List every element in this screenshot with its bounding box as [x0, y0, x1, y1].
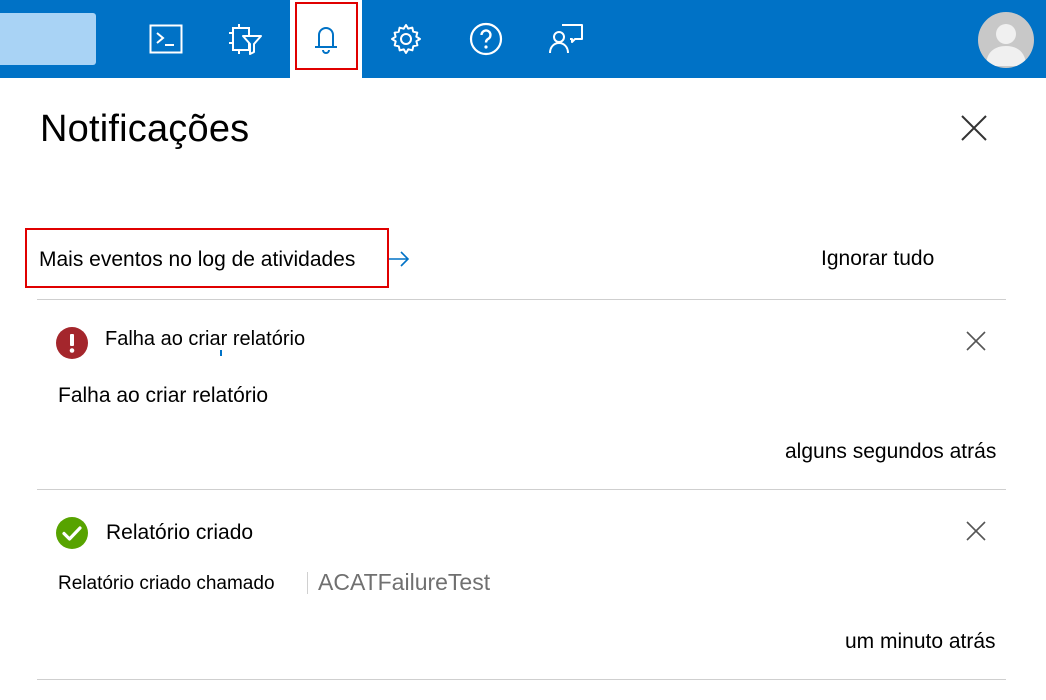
activity-log-link[interactable]: Mais eventos no log de atividades — [39, 248, 355, 272]
notification-title: Falha ao criar relatório — [105, 328, 306, 350]
directory-filter-icon — [229, 24, 262, 55]
success-status-icon — [56, 517, 88, 549]
report-name-link[interactable]: ACATFailureTest — [318, 569, 490, 596]
notification-body: Relatório criado chamado — [58, 573, 275, 594]
exclamation-icon — [69, 334, 75, 353]
help-question-icon — [469, 22, 503, 56]
notifications-button[interactable] — [290, 0, 362, 78]
bell-icon — [315, 27, 337, 54]
cloud-shell-button[interactable] — [134, 0, 198, 78]
close-panel-icon[interactable] — [956, 110, 992, 146]
divider — [37, 489, 1006, 490]
search-box[interactable] — [0, 13, 96, 65]
help-button[interactable] — [454, 0, 518, 78]
panel-title: Notificações — [40, 108, 250, 150]
notification-timestamp: um minuto atrás — [845, 630, 996, 653]
notification-title: Relatório criado — [106, 521, 254, 544]
close-notification-icon[interactable] — [965, 520, 987, 542]
close-notification-icon[interactable] — [965, 330, 987, 352]
error-status-icon — [56, 327, 88, 359]
notification-body: Falha ao criar relatório — [58, 384, 269, 407]
checkmark-icon — [62, 526, 82, 541]
gear-icon — [391, 24, 421, 54]
user-avatar[interactable] — [978, 12, 1034, 68]
top-nav-bar — [0, 0, 1046, 78]
person-icon — [986, 24, 1026, 66]
notification-timestamp: alguns segundos atrás — [785, 440, 997, 463]
feedback-icon — [549, 24, 583, 54]
arrow-right-icon[interactable] — [388, 250, 410, 268]
cloud-shell-icon — [149, 24, 183, 54]
divider — [37, 679, 1006, 680]
settings-button[interactable] — [374, 0, 438, 78]
divider — [37, 299, 1006, 300]
text-cursor — [220, 350, 222, 356]
separator — [307, 572, 308, 594]
dismiss-all-button[interactable]: Ignorar tudo — [821, 247, 934, 271]
feedback-button[interactable] — [534, 0, 598, 78]
directory-filter-button[interactable] — [214, 0, 278, 78]
